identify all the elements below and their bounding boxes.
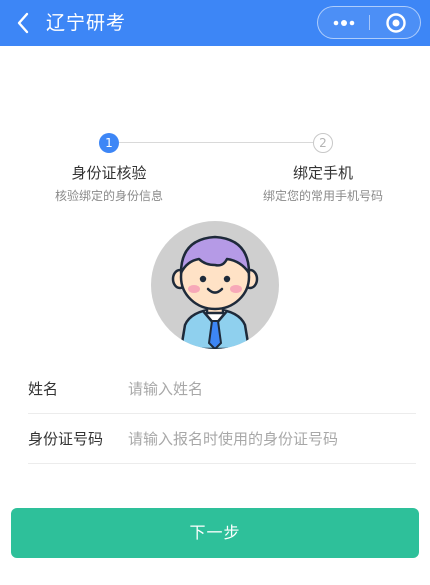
step-1-title: 身份证核验	[71, 164, 147, 182]
step-1-indicator: 1	[99, 133, 119, 153]
idcard-input[interactable]	[128, 424, 413, 454]
idcard-label: 身份证号码	[28, 430, 104, 448]
idcard-row: 身份证号码	[28, 414, 416, 464]
step-connector-line	[119, 142, 313, 143]
name-input[interactable]	[128, 374, 413, 404]
next-step-button[interactable]: 下一步	[11, 508, 419, 558]
nav-bar: 辽宁研考	[0, 0, 430, 46]
name-label: 姓名	[28, 380, 59, 398]
page-title: 辽宁研考	[46, 12, 127, 34]
step-2-indicator: 2	[313, 133, 333, 153]
more-menu-button[interactable]	[318, 7, 369, 38]
circle-target-icon	[385, 12, 406, 33]
more-dots-icon	[333, 19, 354, 26]
mini-program-capsule	[317, 6, 421, 39]
step-2-subtitle: 绑定您的常用手机号码	[262, 189, 383, 203]
step-1-subtitle: 核验绑定的身份信息	[54, 189, 163, 203]
close-mini-program-button[interactable]	[370, 7, 421, 38]
chevron-left-icon	[17, 12, 29, 34]
step-2-title: 绑定手机	[292, 164, 353, 182]
name-row: 姓名	[28, 364, 416, 414]
user-avatar-icon	[151, 221, 279, 349]
back-button[interactable]	[10, 8, 36, 38]
